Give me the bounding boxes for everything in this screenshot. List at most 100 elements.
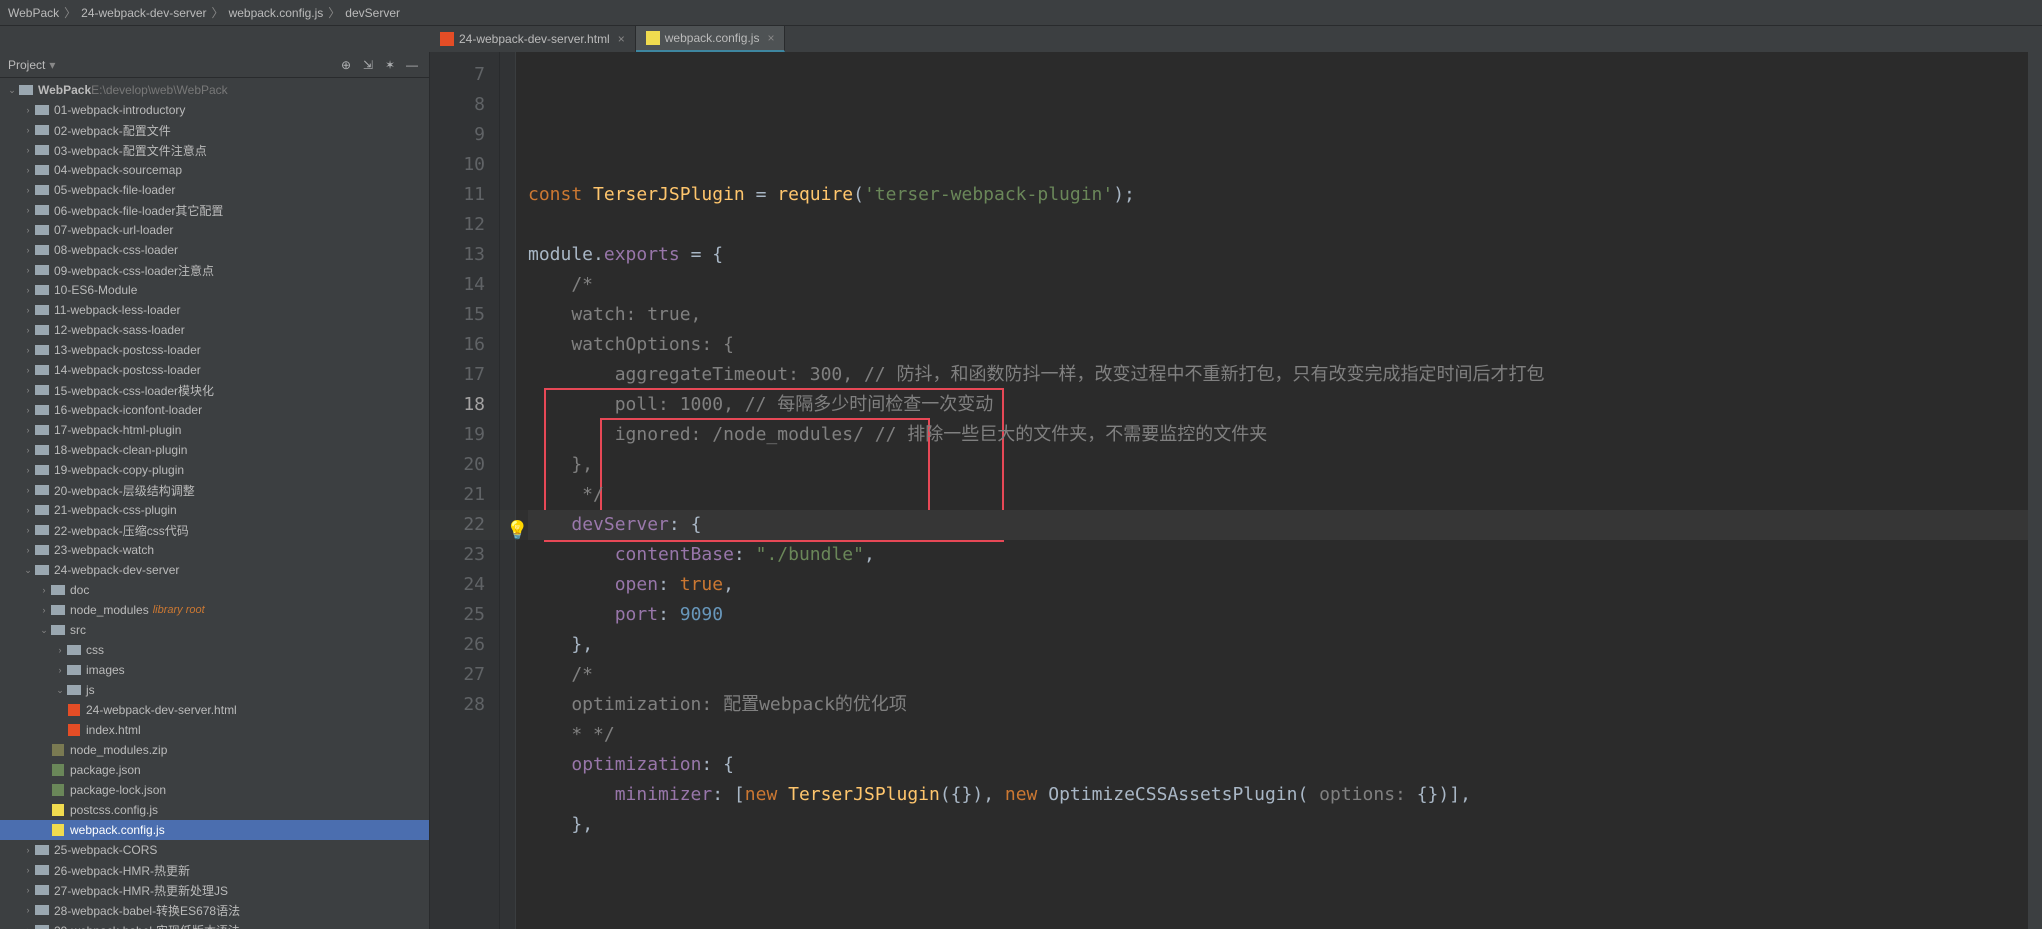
tree-item[interactable]: ›28-webpack-babel-转换ES678语法: [0, 900, 429, 920]
chevron-right-icon[interactable]: ›: [22, 385, 34, 395]
intention-bulb-icon[interactable]: 💡: [506, 516, 522, 532]
line-number[interactable]: 15: [430, 300, 485, 330]
fold-column[interactable]: [500, 52, 516, 929]
code-line[interactable]: */: [528, 480, 2028, 510]
line-number[interactable]: 27: [430, 660, 485, 690]
chevron-right-icon[interactable]: ›: [22, 325, 34, 335]
code-line[interactable]: /*: [528, 270, 2028, 300]
chevron-right-icon[interactable]: ›: [22, 345, 34, 355]
code-line[interactable]: port: 9090: [528, 600, 2028, 630]
chevron-down-icon[interactable]: ⌄: [38, 625, 50, 636]
hide-icon[interactable]: —: [403, 56, 421, 74]
tree-item[interactable]: ›06-webpack-file-loader其它配置: [0, 200, 429, 220]
chevron-right-icon[interactable]: ›: [22, 225, 34, 235]
line-number[interactable]: 19: [430, 420, 485, 450]
line-number[interactable]: 17: [430, 360, 485, 390]
chevron-right-icon[interactable]: ›: [22, 245, 34, 255]
code-line[interactable]: const TerserJSPlugin = require('terser-w…: [528, 180, 2028, 210]
tree-item[interactable]: ›14-webpack-postcss-loader: [0, 360, 429, 380]
code-line[interactable]: module.exports = {: [528, 240, 2028, 270]
code-line[interactable]: open: true,: [528, 570, 2028, 600]
tree-item[interactable]: ›04-webpack-sourcemap: [0, 160, 429, 180]
code-area[interactable]: const TerserJSPlugin = require('terser-w…: [516, 52, 2028, 929]
line-number[interactable]: 28: [430, 690, 485, 720]
editor-tab[interactable]: 24-webpack-dev-server.html×: [430, 26, 636, 52]
line-number[interactable]: 11: [430, 180, 485, 210]
breadcrumb-part[interactable]: 24-webpack-dev-server: [81, 6, 206, 20]
chevron-right-icon[interactable]: ›: [22, 365, 34, 375]
tree-item[interactable]: ⌄js: [0, 680, 429, 700]
code-line[interactable]: minimizer: [new TerserJSPlugin({}), new …: [528, 780, 2028, 810]
code-line[interactable]: },: [528, 450, 2028, 480]
tree-item[interactable]: ›images: [0, 660, 429, 680]
chevron-right-icon[interactable]: ›: [22, 405, 34, 415]
code-line[interactable]: [528, 210, 2028, 240]
breadcrumb-part[interactable]: webpack.config.js: [229, 6, 324, 20]
line-number[interactable]: 8: [430, 90, 485, 120]
code-line[interactable]: ignored: /node_modules/ // 排除一些巨大的文件夹，不需…: [528, 420, 2028, 450]
gear-icon[interactable]: ✶: [381, 56, 399, 74]
code-line[interactable]: * */: [528, 720, 2028, 750]
code-line[interactable]: 💡 devServer: {: [528, 510, 2028, 540]
tree-item[interactable]: node_modules.zip: [0, 740, 429, 760]
chevron-right-icon[interactable]: ›: [22, 105, 34, 115]
chevron-right-icon[interactable]: ›: [22, 265, 34, 275]
chevron-right-icon[interactable]: ›: [22, 905, 34, 915]
line-number[interactable]: 21: [430, 480, 485, 510]
chevron-right-icon[interactable]: ›: [22, 525, 34, 535]
code-line[interactable]: watchOptions: {: [528, 330, 2028, 360]
tree-item[interactable]: ›26-webpack-HMR-热更新: [0, 860, 429, 880]
chevron-right-icon[interactable]: ›: [22, 865, 34, 875]
code-line[interactable]: poll: 1000, // 每隔多少时间检查一次变动: [528, 390, 2028, 420]
line-number[interactable]: 26: [430, 630, 485, 660]
code-line[interactable]: aggregateTimeout: 300, // 防抖，和函数防抖一样，改变过…: [528, 360, 2028, 390]
tree-item[interactable]: package.json: [0, 760, 429, 780]
chevron-right-icon[interactable]: ›: [22, 205, 34, 215]
tree-item[interactable]: ⌄24-webpack-dev-server: [0, 560, 429, 580]
chevron-right-icon[interactable]: ›: [22, 845, 34, 855]
line-number[interactable]: 23: [430, 540, 485, 570]
line-number[interactable]: 24: [430, 570, 485, 600]
line-number[interactable]: 12: [430, 210, 485, 240]
chevron-right-icon[interactable]: ›: [22, 125, 34, 135]
tree-item[interactable]: ›01-webpack-introductory: [0, 100, 429, 120]
tree-item[interactable]: ›15-webpack-css-loader模块化: [0, 380, 429, 400]
code-line[interactable]: watch: true,: [528, 300, 2028, 330]
tree-item[interactable]: ›10-ES6-Module: [0, 280, 429, 300]
project-tree[interactable]: ⌄WebPack E:\develop\web\WebPack›01-webpa…: [0, 78, 429, 929]
chevron-right-icon[interactable]: ›: [22, 465, 34, 475]
tree-item[interactable]: ›node_modules library root: [0, 600, 429, 620]
locate-icon[interactable]: ⊕: [337, 56, 355, 74]
expand-icon[interactable]: ⇲: [359, 56, 377, 74]
line-number[interactable]: 16: [430, 330, 485, 360]
tree-item[interactable]: ›css: [0, 640, 429, 660]
tree-item[interactable]: ›19-webpack-copy-plugin: [0, 460, 429, 480]
dropdown-icon[interactable]: ▾: [49, 58, 55, 72]
chevron-right-icon[interactable]: ›: [22, 145, 34, 155]
tree-item[interactable]: 24-webpack-dev-server.html: [0, 700, 429, 720]
code-line[interactable]: },: [528, 630, 2028, 660]
tree-item[interactable]: ›11-webpack-less-loader: [0, 300, 429, 320]
chevron-right-icon[interactable]: ›: [22, 445, 34, 455]
tree-item[interactable]: webpack.config.js: [0, 820, 429, 840]
tree-item[interactable]: postcss.config.js: [0, 800, 429, 820]
tree-item[interactable]: ›02-webpack-配置文件: [0, 120, 429, 140]
chevron-right-icon[interactable]: ›: [22, 505, 34, 515]
chevron-right-icon[interactable]: ›: [38, 585, 50, 595]
code-line[interactable]: optimization: 配置webpack的优化项: [528, 690, 2028, 720]
chevron-right-icon[interactable]: ›: [22, 425, 34, 435]
line-number[interactable]: 9: [430, 120, 485, 150]
line-number[interactable]: 20: [430, 450, 485, 480]
chevron-right-icon[interactable]: ›: [54, 665, 66, 675]
tree-item[interactable]: ›18-webpack-clean-plugin: [0, 440, 429, 460]
tree-item[interactable]: ›13-webpack-postcss-loader: [0, 340, 429, 360]
chevron-right-icon[interactable]: ›: [22, 885, 34, 895]
tree-item[interactable]: ⌄src: [0, 620, 429, 640]
breadcrumb-root[interactable]: WebPack: [8, 6, 59, 20]
chevron-down-icon[interactable]: ⌄: [54, 685, 66, 696]
chevron-right-icon[interactable]: ›: [22, 925, 34, 929]
chevron-right-icon[interactable]: ›: [54, 645, 66, 655]
chevron-right-icon[interactable]: ›: [22, 185, 34, 195]
scroll-map[interactable]: [2028, 52, 2042, 929]
tree-item[interactable]: ›21-webpack-css-plugin: [0, 500, 429, 520]
